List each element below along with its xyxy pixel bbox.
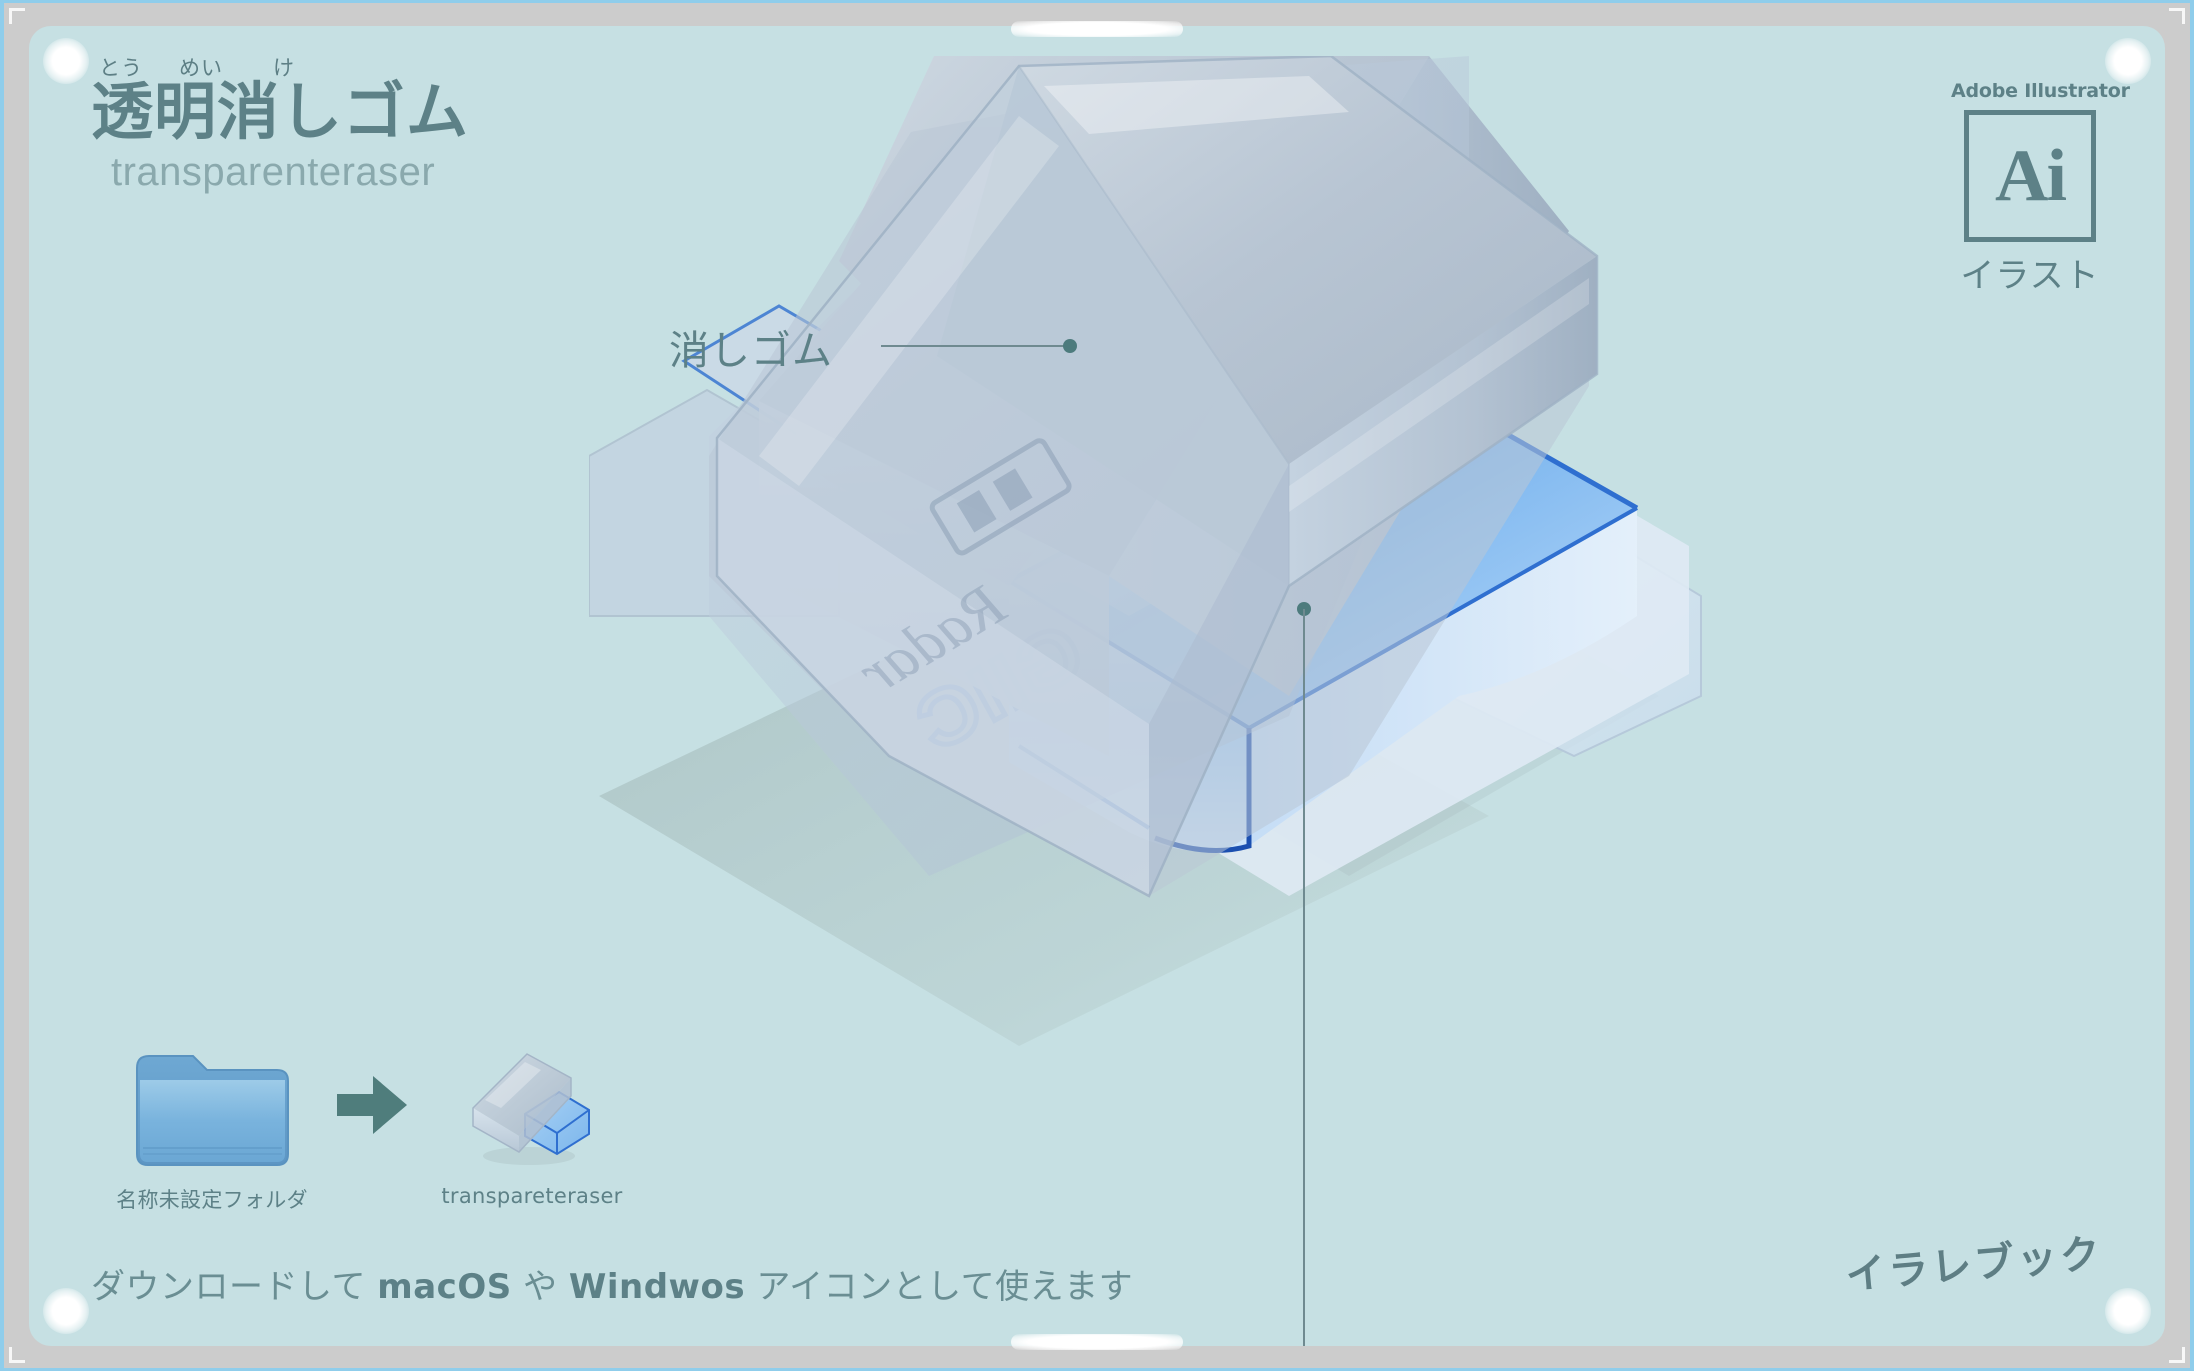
furigana-1: とう <box>99 56 143 80</box>
frame-corner-tick-top-right <box>2169 8 2185 24</box>
furigana-3: け <box>273 56 295 80</box>
screenshot-canvas: とう めい け 透明消しゴム transparenteraser Adobe I… <box>0 0 2194 1371</box>
adobe-illustrator-badge: Adobe Illustrator Ai イラスト <box>1951 80 2130 297</box>
ai-logo-text: Ai <box>1995 135 2067 217</box>
result-caption: transpareteraser <box>441 1184 623 1208</box>
footer-caption: ダウンロードして macOS や Windwos アイコンとして使えます <box>91 1259 1133 1308</box>
callout-eraser-leader-line <box>881 345 1069 347</box>
furigana-2: めい <box>179 56 223 80</box>
folder-caption: 名称未設定フォルダ <box>116 1188 308 1212</box>
page-title: 透明消しゴム <box>91 75 470 148</box>
adobe-app-name: Adobe Illustrator <box>1951 80 2130 102</box>
corner-gloss-bottom-left <box>43 1288 89 1334</box>
brand-logo: イラレブック <box>1843 1230 2105 1300</box>
folder-item[interactable]: 名称未設定フォルダ <box>107 1040 317 1214</box>
footer-caption-part-0: ダウンロードして <box>91 1267 378 1307</box>
corner-gloss-bottom-right <box>2105 1288 2151 1334</box>
callout-eraser-anchor-dot <box>1063 339 1077 353</box>
callout-sleeve-leader-vertical <box>1303 609 1305 1346</box>
frame-corner-tick-bottom-left <box>9 1347 25 1363</box>
footer-caption-part-2: や <box>511 1267 569 1307</box>
footer-caption-part-1: macOS <box>377 1267 512 1307</box>
page-title-block: とう めい け 透明消しゴム transparenteraser <box>91 52 511 195</box>
ai-logo-icon: Ai <box>1964 110 2096 242</box>
callout-eraser-label: 消しゴム <box>669 328 833 374</box>
result-icon-item[interactable]: transpareteraser <box>427 1040 637 1208</box>
icon-conversion-row: 名称未設定フォルダ transpareteraser <box>107 1040 637 1214</box>
frame-corner-tick-top-left <box>9 8 25 24</box>
arrow-right-icon <box>317 1040 427 1170</box>
eraser-icon <box>427 1040 637 1170</box>
folder-icon <box>107 1040 317 1170</box>
footer-caption-part-3: Windwos <box>568 1267 746 1307</box>
page-subtitle: transparenteraser <box>111 150 436 195</box>
product-illustration: GIIC <box>589 56 1809 1116</box>
furigana-row: とう めい け <box>91 52 511 80</box>
footer-caption-part-4: アイコンとして使えます <box>745 1267 1134 1307</box>
frame-corner-tick-bottom-right <box>2169 1347 2185 1363</box>
corner-gloss-top-right <box>2105 38 2151 84</box>
content-panel: とう めい け 透明消しゴム transparenteraser Adobe I… <box>29 26 2165 1346</box>
adobe-badge-caption: イラスト <box>1960 256 2100 296</box>
corner-gloss-top-left <box>43 38 89 84</box>
